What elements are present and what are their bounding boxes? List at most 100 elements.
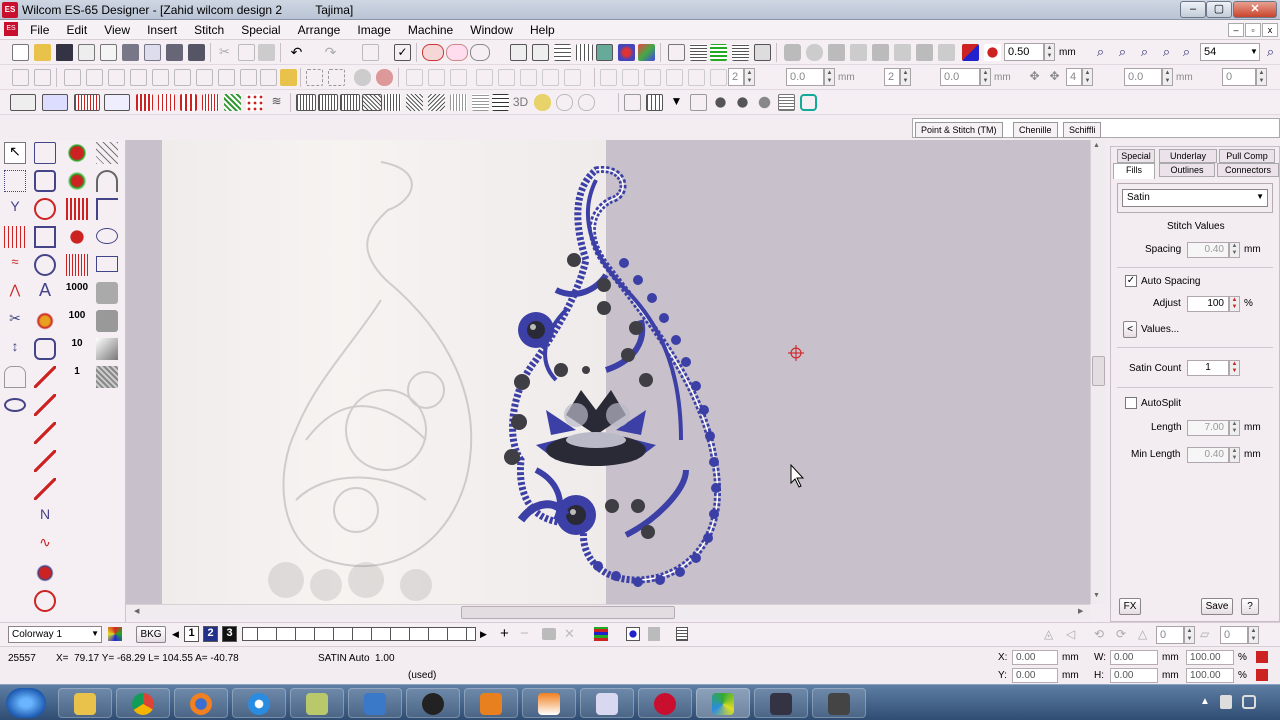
trim-icon[interactable] (984, 44, 1001, 61)
tab-outlines[interactable]: Outlines (1159, 163, 1215, 177)
color-slot-3[interactable]: 3 (222, 626, 237, 642)
tab-special[interactable]: Special (1117, 149, 1155, 163)
menu-machine[interactable]: Machine (401, 20, 460, 37)
clone-icon[interactable] (260, 69, 277, 86)
export-icon[interactable] (100, 44, 117, 61)
menu-window[interactable]: Window (463, 20, 520, 37)
spacing-spinner[interactable]: ▲ ▼ (1229, 242, 1240, 258)
shape-outline-icon[interactable] (578, 94, 595, 111)
network-icon[interactable] (1242, 695, 1256, 709)
satin-icon[interactable] (136, 94, 153, 111)
fill-stitch-9-icon[interactable] (472, 94, 489, 111)
rotate-right-icon[interactable] (34, 69, 51, 86)
fill-stitch-7-icon[interactable] (428, 94, 445, 111)
lettering-icon[interactable]: A (34, 280, 56, 302)
skew-angle-field[interactable]: 0 (1220, 626, 1248, 644)
show-stitches-icon[interactable] (422, 44, 444, 61)
measure-icon[interactable] (668, 44, 685, 61)
diagonal-line-icon[interactable] (34, 422, 56, 444)
tray-arrow-icon[interactable]: ▲ (1200, 696, 1210, 707)
hatch-icon[interactable] (280, 69, 297, 86)
satin-count-field[interactable]: 1 (1187, 360, 1229, 376)
field-5-spinner[interactable]: ▲ ▼ (1082, 68, 1093, 86)
field-1-spinner[interactable]: ▲ ▼ (744, 68, 755, 86)
same-size-icon[interactable] (564, 69, 581, 86)
scroll-up-icon[interactable]: ▲ (1093, 142, 1100, 149)
list-icon[interactable] (690, 44, 707, 61)
3d-label[interactable]: 3D (512, 94, 529, 111)
split-icon[interactable]: Y (4, 198, 26, 220)
tab-schiffli[interactable]: Schiffli (1063, 122, 1102, 138)
shape-icon[interactable] (34, 170, 56, 192)
fill-stitch-8-icon[interactable] (450, 94, 467, 111)
select-arrow-icon[interactable] (10, 94, 36, 111)
boundary-icon[interactable] (800, 94, 817, 111)
fill-stitch-1-icon[interactable] (296, 94, 316, 111)
app-icon[interactable]: ES (2, 2, 18, 18)
texture-icon[interactable] (96, 366, 118, 388)
taskbar-chrome[interactable] (116, 688, 170, 718)
save-icon[interactable] (56, 44, 73, 61)
menu-help[interactable]: Help (523, 20, 562, 37)
outline-type-icon[interactable] (104, 94, 130, 111)
color-film-icon[interactable] (618, 44, 635, 61)
wave-fill-icon[interactable]: ≋ (268, 94, 285, 111)
show-image-icon[interactable] (596, 44, 613, 61)
lock-proportions-icon[interactable] (1256, 669, 1268, 681)
number-1-icon[interactable]: 1 (66, 366, 88, 388)
print-icon[interactable] (122, 44, 139, 61)
print-preview-icon[interactable] (144, 44, 161, 61)
rotate-left-icon[interactable] (12, 69, 29, 86)
satin-icon[interactable] (66, 198, 88, 220)
scroll-down-icon[interactable]: ▼ (1093, 592, 1100, 599)
skew-right-icon[interactable] (108, 69, 125, 86)
motif-fill-icon[interactable] (202, 94, 219, 111)
reshape-icon[interactable] (34, 142, 56, 164)
scale-icon[interactable] (196, 69, 213, 86)
spacing-field[interactable]: 0.40 (1187, 242, 1229, 258)
line-icon[interactable] (34, 366, 56, 388)
texture-icon[interactable] (534, 94, 551, 111)
zoom-box-icon[interactable]: ⌕ (1092, 44, 1109, 61)
autosplit-checkbox[interactable] (1125, 397, 1137, 409)
taskbar-vlc[interactable] (522, 688, 576, 718)
fill-type-icon[interactable] (74, 94, 100, 111)
horizontal-scrollbar[interactable]: ◀ ▶ (126, 604, 1090, 620)
palette-right-icon[interactable]: ▶ (480, 629, 487, 640)
flip-icon[interactable] (130, 69, 147, 86)
taskbar-video[interactable] (464, 688, 518, 718)
values-button-label[interactable]: Values... (1141, 324, 1179, 335)
fill-stitch-3-icon[interactable] (340, 94, 360, 111)
rectangle-icon[interactable] (96, 256, 118, 272)
slant-icon-2[interactable]: ◁ (1066, 627, 1075, 641)
line-spacing-icon[interactable] (688, 69, 705, 86)
parallel-lines-icon[interactable] (96, 142, 118, 164)
cut-icon[interactable]: ✂ (216, 44, 233, 61)
scroll-right-icon[interactable]: ▶ (1078, 607, 1083, 615)
skew-left-icon[interactable] (86, 69, 103, 86)
distribute-icon[interactable] (894, 44, 911, 61)
color-change-icon[interactable] (962, 44, 979, 61)
move-all-icon[interactable]: ✥ (1046, 69, 1063, 86)
needle-icon[interactable] (532, 44, 549, 61)
skew-icon[interactable] (64, 69, 81, 86)
patterns-icon[interactable] (778, 94, 795, 111)
move-icon[interactable]: ✥ (1026, 69, 1043, 86)
min-length-field[interactable]: 0.40 (1187, 447, 1229, 463)
kerning-icon[interactable] (644, 69, 661, 86)
taskbar-music[interactable] (754, 688, 808, 718)
mdi-minimize-button[interactable]: – (1228, 23, 1244, 37)
minimize-button[interactable]: – (1180, 1, 1206, 18)
palette-left-icon[interactable]: ◀ (172, 629, 179, 640)
cross-stitch-icon[interactable] (224, 94, 241, 111)
blob-icon[interactable] (66, 226, 88, 248)
scroll-left-icon[interactable]: ◀ (134, 607, 139, 615)
tab-underlay[interactable]: Underlay (1159, 149, 1217, 163)
gradient-icon[interactable] (96, 338, 118, 360)
menu-special[interactable]: Special (234, 20, 287, 37)
stitch-player-icon[interactable] (362, 44, 379, 61)
taskbar-paint[interactable] (580, 688, 634, 718)
taskbar-outlook[interactable] (348, 688, 402, 718)
colorway-select[interactable]: Colorway 1 ▼ (8, 626, 102, 643)
grid-select-icon[interactable] (510, 44, 527, 61)
